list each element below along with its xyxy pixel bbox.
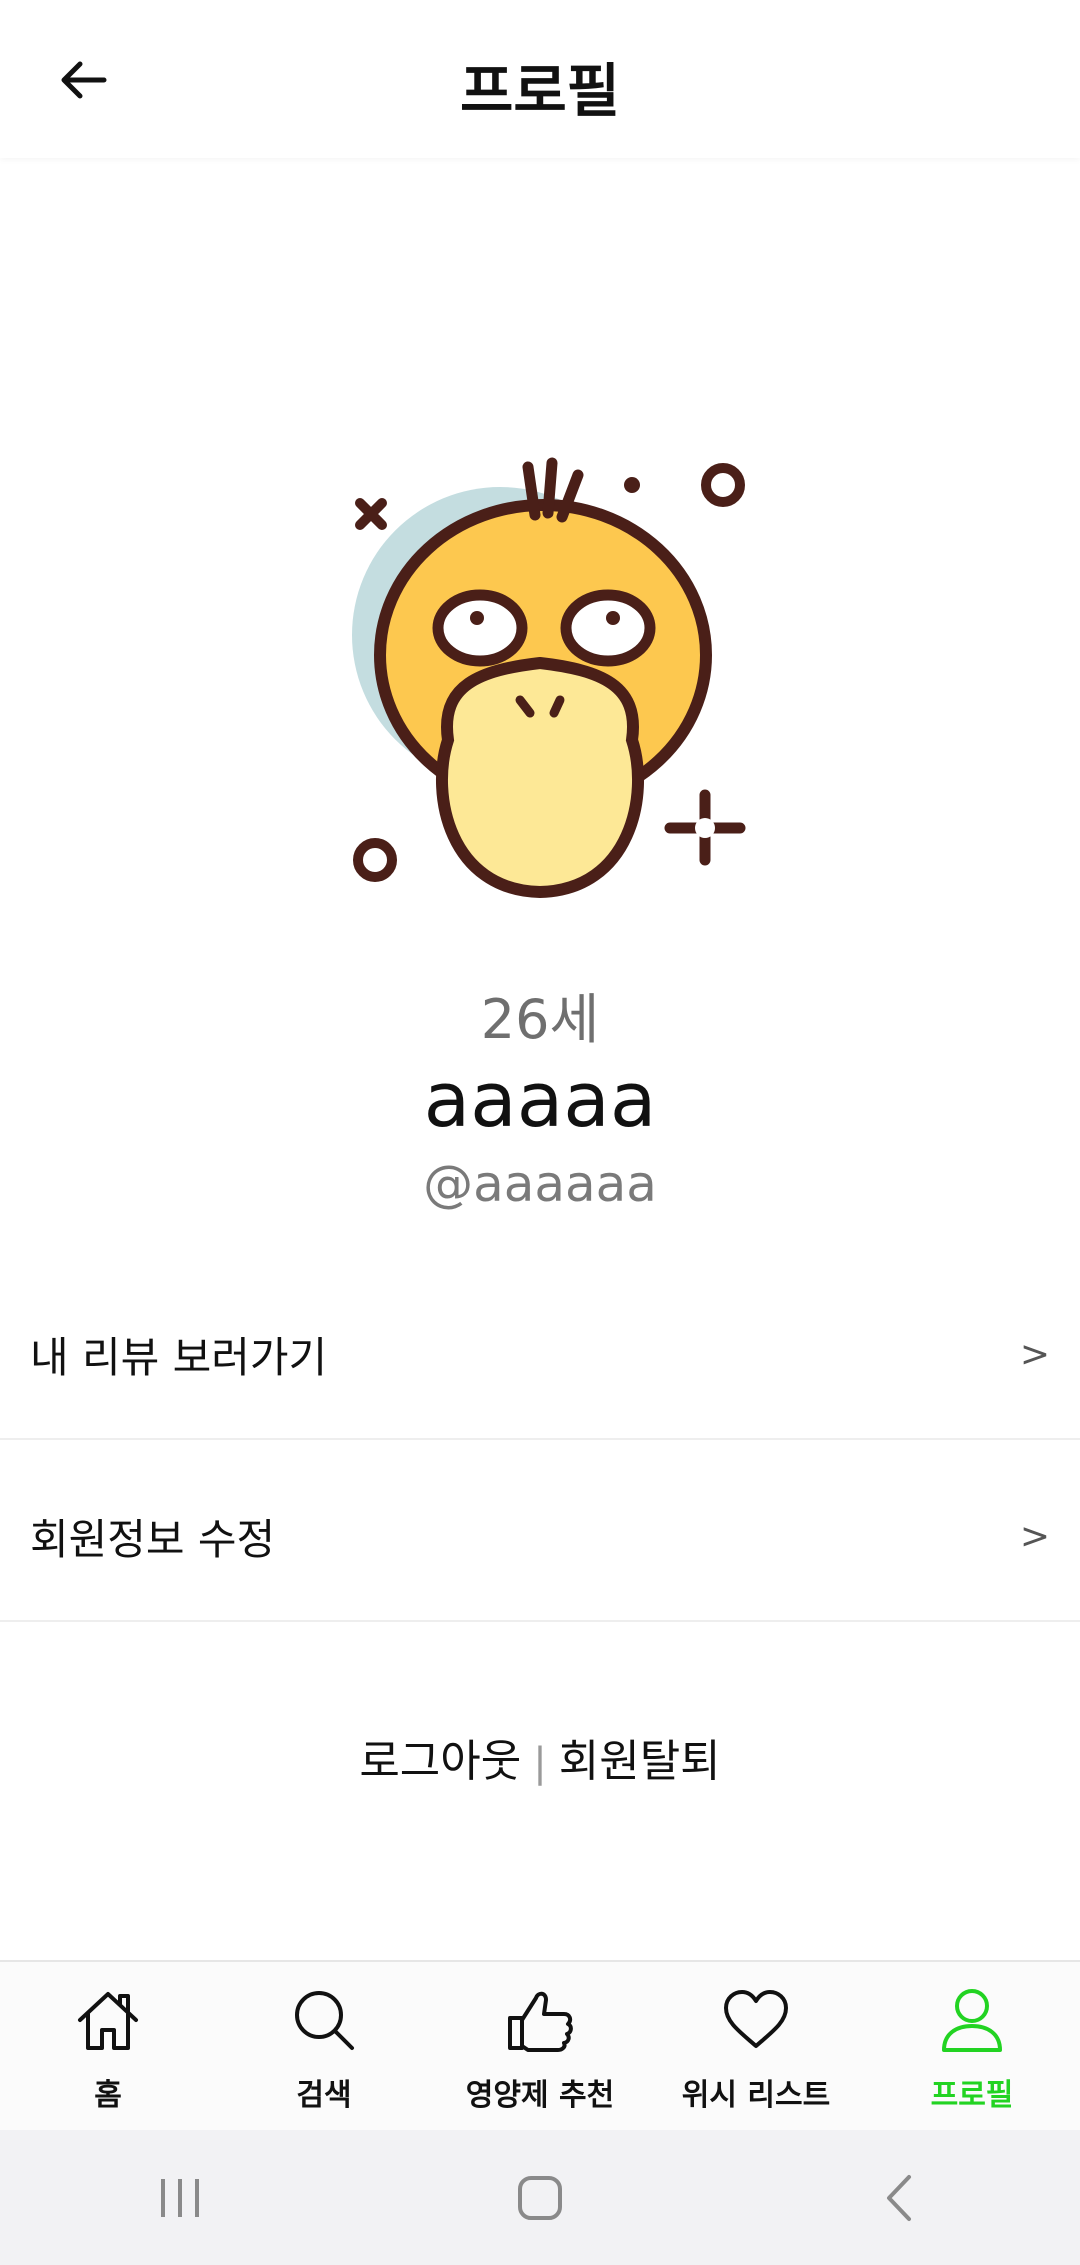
person-icon	[942, 1989, 1002, 2052]
back-chevron-icon	[887, 2174, 911, 2221]
tab-label: 홈	[94, 2078, 122, 2113]
chevron-right-icon: >	[1019, 1333, 1050, 1375]
heart-icon	[724, 1990, 788, 2048]
menu-item-label: 회원정보 수정	[30, 1514, 276, 1564]
profile-name: aaaaa	[423, 1055, 657, 1144]
profile-age: 26세	[480, 988, 600, 1051]
recent-apps-icon	[161, 2178, 199, 2217]
menu-item-my-reviews[interactable]: 내 리뷰 보러가기 >	[0, 1270, 1080, 1440]
bottom-tab-bar: 홈 검색 영양제 추천 위시 리스트 프로필	[0, 1960, 1080, 2132]
system-back-button[interactable]	[840, 2158, 960, 2238]
tab-wishlist[interactable]: 위시 리스트	[648, 1962, 864, 2132]
system-nav-bar	[0, 2130, 1080, 2265]
tab-label: 영양제 추천	[465, 2078, 615, 2113]
menu-item-edit-profile[interactable]: 회원정보 수정 >	[0, 1452, 1080, 1622]
search-icon	[295, 1991, 354, 2050]
withdraw-link[interactable]: 회원탈퇴	[559, 1736, 721, 1787]
home-circle-icon	[518, 2175, 562, 2220]
tab-profile[interactable]: 프로필	[864, 1962, 1080, 2132]
system-home-button[interactable]	[480, 2158, 600, 2238]
chevron-right-icon: >	[1019, 1515, 1050, 1557]
tab-label: 프로필	[930, 2078, 1014, 2113]
tab-label: 위시 리스트	[681, 2078, 831, 2113]
home-icon	[78, 1992, 138, 2050]
tab-label: 검색	[296, 2078, 352, 2113]
page-title: 프로필	[459, 57, 621, 125]
duck-avatar-icon	[352, 457, 746, 899]
auth-links: 로그아웃 | 회원탈퇴	[0, 1725, 1080, 1789]
profile-handle: @aaaaaa	[423, 1155, 657, 1213]
recent-apps-button[interactable]	[120, 2158, 240, 2238]
tab-search[interactable]: 검색	[216, 1962, 432, 2132]
tab-recommendation[interactable]: 영양제 추천	[432, 1962, 648, 2132]
separator: |	[533, 1740, 547, 1786]
thumbs-up-icon	[508, 1991, 573, 2052]
app-header: 프로필	[0, 0, 1080, 158]
profile-avatar	[330, 455, 750, 905]
menu-item-label: 내 리뷰 보러가기	[30, 1332, 328, 1382]
tab-home[interactable]: 홈	[0, 1962, 216, 2132]
logout-link[interactable]: 로그아웃	[359, 1736, 521, 1787]
